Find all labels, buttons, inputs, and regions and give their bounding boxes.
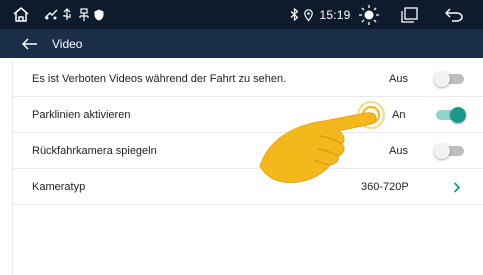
usb-icon bbox=[43, 0, 59, 29]
clock: 15:19 bbox=[319, 7, 351, 22]
app-bar: Video bbox=[0, 29, 483, 58]
setting-value: 360-720P bbox=[361, 181, 409, 193]
toggle-thumb bbox=[434, 71, 450, 87]
setting-row-video-while-driving[interactable]: Es ist Verboten Videos während der Fahrt… bbox=[13, 61, 483, 97]
shield-icon bbox=[93, 0, 105, 29]
setting-label: Es ist Verboten Videos während der Fahrt… bbox=[32, 73, 287, 85]
setting-label: Rückfahrkamera spiegeln bbox=[32, 145, 157, 157]
back-arrow-icon[interactable] bbox=[22, 29, 38, 58]
chevron-right-icon[interactable] bbox=[453, 169, 461, 205]
recent-apps-icon[interactable] bbox=[399, 0, 419, 29]
usb-device-icon bbox=[77, 0, 91, 29]
toggle-thumb bbox=[450, 107, 466, 123]
setting-value: Aus bbox=[389, 73, 408, 85]
usb-storage-icon bbox=[61, 0, 73, 29]
mirror-rear-camera-toggle[interactable] bbox=[434, 143, 466, 159]
setting-label: Parklinien aktivieren bbox=[32, 109, 131, 121]
setting-value: An bbox=[392, 109, 406, 121]
setting-row-camera-type[interactable]: Kameratyp 360-720P bbox=[13, 169, 483, 205]
location-icon bbox=[302, 0, 314, 29]
back-icon[interactable] bbox=[443, 0, 465, 29]
brightness-icon[interactable] bbox=[356, 0, 382, 29]
settings-list: Es ist Verboten Videos während der Fahrt… bbox=[12, 61, 483, 275]
video-while-driving-toggle[interactable] bbox=[434, 71, 466, 87]
status-bar: 15:19 bbox=[0, 0, 483, 29]
home-icon[interactable] bbox=[10, 0, 32, 29]
setting-row-parking-lines[interactable]: Parklinien aktivieren An bbox=[13, 97, 483, 133]
parking-lines-toggle[interactable] bbox=[436, 107, 466, 123]
bluetooth-icon bbox=[288, 0, 300, 29]
toggle-thumb bbox=[434, 143, 450, 159]
setting-label: Kameratyp bbox=[32, 181, 86, 193]
page-title: Video bbox=[52, 36, 83, 51]
setting-row-mirror-rear-camera[interactable]: Rückfahrkamera spiegeln Aus bbox=[13, 133, 483, 169]
setting-value: Aus bbox=[389, 145, 408, 157]
